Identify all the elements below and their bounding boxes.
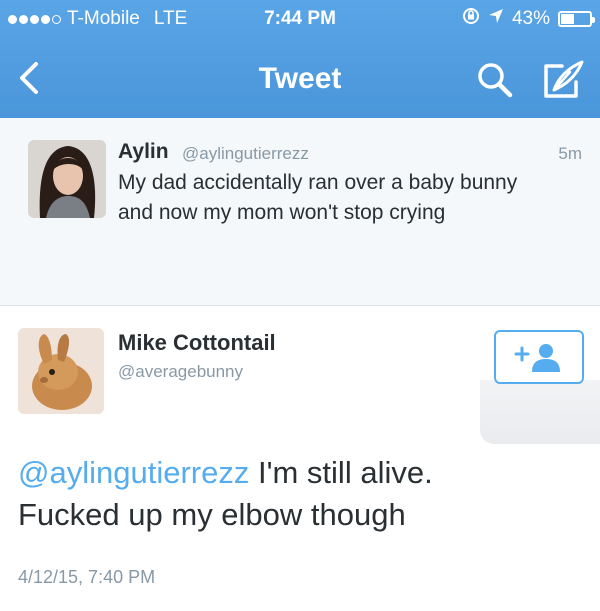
avatar[interactable] bbox=[18, 328, 104, 414]
follow-button-shadow bbox=[480, 380, 600, 444]
battery-percent: 43% bbox=[511, 8, 550, 29]
replied-author-name[interactable]: Aylin bbox=[118, 140, 169, 164]
nav-bar: Tweet bbox=[0, 40, 600, 118]
replied-author-handle[interactable]: @aylingutierrezz bbox=[182, 144, 309, 164]
lock-rotation-icon bbox=[462, 7, 480, 31]
tweet-text-line2: Fucked up my elbow though bbox=[18, 497, 406, 532]
replied-tweet[interactable]: Aylin @aylingutierrezz 5m My dad acciden… bbox=[0, 118, 600, 306]
replied-tweet-age: 5m bbox=[558, 144, 582, 163]
compose-icon[interactable] bbox=[540, 58, 588, 102]
author-handle[interactable]: @averagebunny bbox=[118, 362, 243, 382]
replied-tweet-text: My dad accidentally ran over a baby bunn… bbox=[118, 171, 518, 224]
tweet-text-line1: I'm still alive. bbox=[257, 455, 433, 490]
status-right: 43% bbox=[462, 7, 595, 31]
mention-link[interactable]: @aylingutierrezz bbox=[18, 455, 249, 490]
tweet-timestamp: 4/12/15, 7:40 PM bbox=[18, 567, 156, 587]
add-user-icon bbox=[514, 342, 566, 379]
location-arrow-icon bbox=[488, 8, 504, 30]
status-bar: T-Mobile LTE 7:44 PM 43% bbox=[0, 0, 600, 40]
top-bar: T-Mobile LTE 7:44 PM 43% Tweet bbox=[0, 0, 600, 118]
follow-button[interactable] bbox=[494, 330, 584, 384]
battery-icon bbox=[558, 11, 595, 27]
avatar[interactable] bbox=[28, 140, 106, 218]
author-name[interactable]: Mike Cottontail bbox=[118, 330, 276, 356]
tweet-text: @aylingutierrezz I'm still alive. Fucked … bbox=[18, 452, 578, 536]
search-icon[interactable] bbox=[474, 60, 516, 100]
battery-fill bbox=[561, 14, 574, 24]
